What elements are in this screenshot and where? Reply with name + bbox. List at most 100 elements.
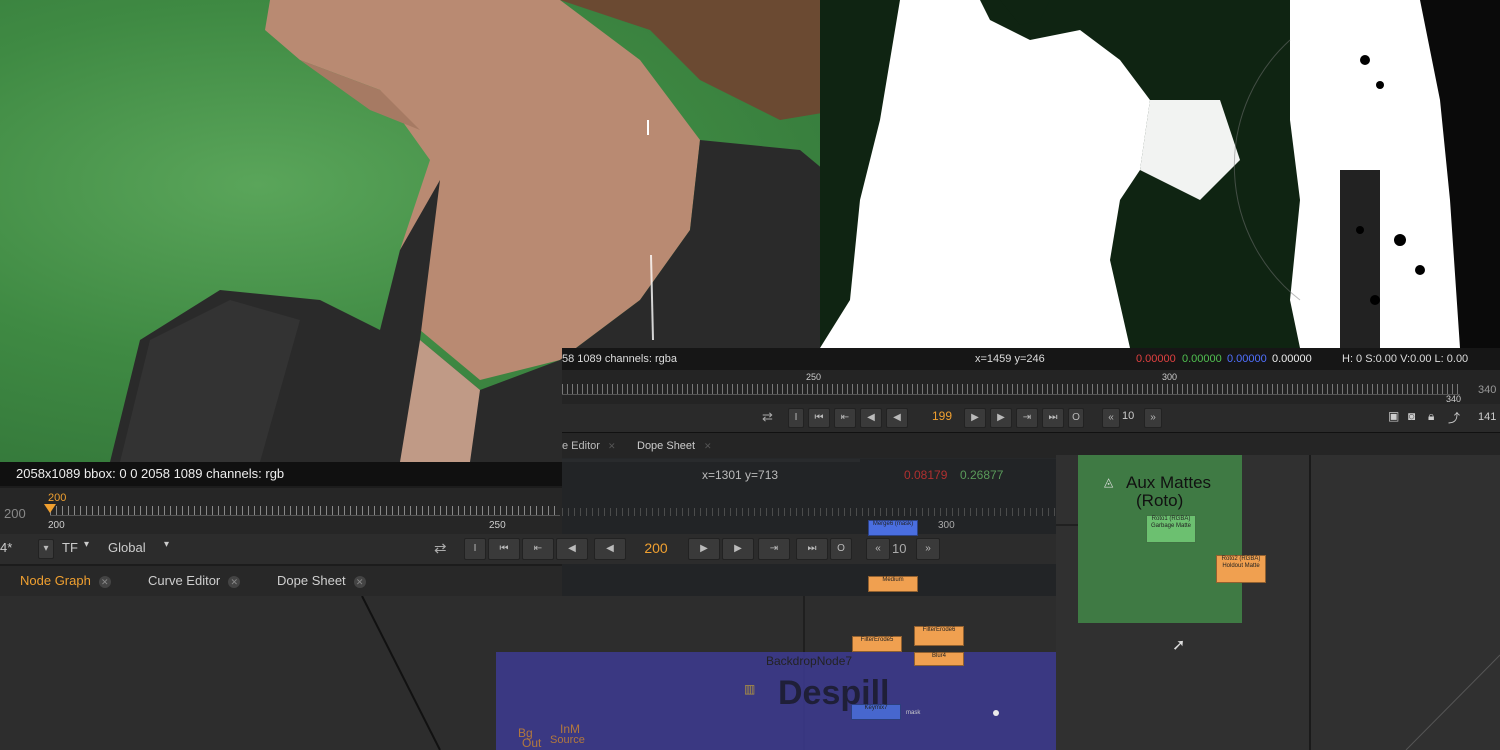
- ruler-ticks: [562, 384, 1460, 395]
- cache-icon[interactable]: ◙: [1408, 409, 1415, 423]
- matte-viewer: [820, 0, 1500, 348]
- loop-icon[interactable]: ⇄: [434, 539, 447, 557]
- despill-backdrop[interactable]: BackdropNode7 ▥ Despill Keymix7 mask InM…: [496, 652, 1056, 750]
- out-point-button[interactable]: O: [830, 538, 852, 560]
- ruler-label: 250: [489, 520, 506, 531]
- first-frame-button[interactable]: ⏮: [488, 538, 520, 560]
- playhead-marker[interactable]: [44, 504, 56, 513]
- tab-label: Curve Editor: [148, 573, 221, 588]
- step-forward-button[interactable]: ▶: [990, 408, 1012, 428]
- play-backward-button[interactable]: ◀: [886, 408, 908, 428]
- current-frame-field[interactable]: 200: [634, 540, 678, 556]
- close-icon[interactable]: ✕: [608, 433, 616, 459]
- play-backward-button[interactable]: ◀: [594, 538, 626, 560]
- merge-mask-node[interactable]: Merge6 (mask): [868, 520, 918, 536]
- tab-curve-editor[interactable]: Curve Editor ✕: [138, 566, 250, 596]
- close-icon[interactable]: ✕: [98, 576, 111, 588]
- skip-count[interactable]: 10: [892, 541, 906, 556]
- step-forward-button[interactable]: ▶: [722, 538, 754, 560]
- next-keyframe-button[interactable]: ⇥: [758, 538, 790, 560]
- last-frame-button[interactable]: ⏭: [796, 538, 828, 560]
- skip-forward-button[interactable]: »: [916, 538, 940, 560]
- keymix-node[interactable]: Keymix7: [851, 704, 901, 720]
- skip-count[interactable]: 10: [1122, 410, 1134, 422]
- tab-dope-sheet[interactable]: Dope Sheet ✕: [267, 566, 376, 596]
- play-forward-button[interactable]: ▶: [688, 538, 720, 560]
- close-icon[interactable]: ✕: [353, 576, 366, 588]
- prev-keyframe-button[interactable]: ⇤: [834, 408, 856, 428]
- pixel-red-value: 0.00000: [1136, 353, 1176, 365]
- close-icon[interactable]: ✕: [228, 576, 241, 588]
- transport-controls-secondary: ⇄ I ⏮ ⇤ ◀ ◀ 199 ▶ ▶ ⇥ ⏭ O « 10 » ▣ ◙ 🔒︎ …: [562, 404, 1500, 432]
- cursor-coordinates: x=1459 y=246: [975, 353, 1045, 365]
- ghost-ruler-label: 300: [938, 520, 955, 531]
- pixel-green-value: 0.00000: [1182, 353, 1222, 365]
- last-frame-button[interactable]: ⏭: [1042, 408, 1064, 428]
- in-point-button[interactable]: I: [788, 408, 804, 428]
- step-back-button[interactable]: ◀: [860, 408, 882, 428]
- playback-mode-icon[interactable]: ▣: [1388, 409, 1399, 423]
- backdrop-title: Aux Mattes: [1126, 473, 1212, 492]
- fps-field[interactable]: 4*: [0, 540, 12, 555]
- node-label: Keymix7: [864, 705, 888, 711]
- ruler-start-field[interactable]: 200: [4, 506, 26, 521]
- node-label: Roto1 (RGBA) Garbage Matte: [1150, 516, 1192, 529]
- hsv-readout: H: 0 S:0.00 V:0.00 L: 0.00: [1342, 353, 1469, 365]
- current-frame-field[interactable]: 199: [922, 409, 962, 423]
- out-point-button[interactable]: O: [1068, 408, 1084, 428]
- step-back-button[interactable]: ◀: [556, 538, 588, 560]
- play-forward-button[interactable]: ▶: [964, 408, 986, 428]
- medium-node[interactable]: Medium: [868, 576, 918, 592]
- aux-mattes-backdrop[interactable]: ◬ Aux Mattes (Roto) Roto1 (RGBA) Garbage…: [1078, 455, 1266, 623]
- viewer-format-info: 2058x1089 bbox: 0 0 2058 1089 channels: …: [16, 466, 285, 481]
- viewer-info-bar: 2058x1089 bbox: 0 0 2058 1089 channels: …: [0, 462, 562, 486]
- tf-dropdown[interactable]: TF: [62, 540, 78, 555]
- export-icon[interactable]: ⤴: [1448, 409, 1460, 426]
- next-keyframe-button[interactable]: ⇥: [1016, 408, 1038, 428]
- pixel-blue-value: 0.00000: [1227, 353, 1267, 365]
- node-label: Medium: [882, 577, 904, 583]
- mask-input-label: mask: [906, 710, 921, 716]
- backdrop-label: BackdropNode7: [766, 654, 853, 668]
- tab-curve-editor-secondary[interactable]: e Editor: [562, 433, 600, 459]
- first-frame-button[interactable]: ⏮: [808, 408, 830, 428]
- ghost-ruler-ticks: [562, 508, 1056, 516]
- node-graph-canvas[interactable]: BackdropNode7 ▥ Despill Keymix7 mask InM…: [0, 576, 1056, 750]
- tab-dope-sheet-secondary[interactable]: Dope Sheet: [637, 433, 695, 459]
- lock-icon[interactable]: 🔒︎: [1428, 409, 1434, 424]
- chevron-down-icon[interactable]: ▾: [164, 539, 169, 550]
- global-dropdown[interactable]: Global: [108, 540, 146, 555]
- viewer-info-bar-secondary: 58 1089 channels: rgba x=1459 y=246 0.00…: [562, 348, 1500, 370]
- blur-node[interactable]: Blur4: [914, 652, 964, 666]
- ghost-coordinates: x=1301 y=713: [702, 468, 779, 482]
- ghost-green-value: 0.26877: [960, 468, 1004, 482]
- tab-node-graph[interactable]: Node Graph ✕: [10, 566, 121, 596]
- dot-node[interactable]: [993, 710, 999, 716]
- timeline-ruler-secondary[interactable]: 250 300 340 340: [562, 370, 1500, 404]
- timeline-ruler[interactable]: 200 200 200 250: [0, 488, 562, 534]
- node-label: Blur4: [931, 653, 946, 659]
- out-label: Out: [522, 736, 542, 750]
- mouse-cursor-icon: ➚: [1172, 637, 1186, 654]
- filter-erode-node[interactable]: FilterErode6: [914, 626, 964, 646]
- in-point-button[interactable]: I: [464, 538, 486, 560]
- skip-back-button[interactable]: «: [866, 538, 890, 560]
- backdrop-icon: ◬: [1104, 475, 1114, 489]
- node-graph-right-area[interactable]: ◬ Aux Mattes (Roto) Roto1 (RGBA) Garbage…: [1056, 455, 1500, 750]
- backdrop-icon: ▥: [744, 682, 756, 696]
- ruler-label: 250: [806, 372, 822, 382]
- skip-forward-button[interactable]: »: [1144, 408, 1162, 428]
- ruler-label: 300: [1162, 372, 1178, 382]
- backdrop-subtitle: (Roto): [1136, 491, 1184, 510]
- skip-back-button[interactable]: «: [1102, 408, 1120, 428]
- prev-keyframe-button[interactable]: ⇤: [522, 538, 554, 560]
- ruler-current-frame: 200: [48, 492, 67, 504]
- chevron-down-icon[interactable]: ▾: [38, 539, 54, 559]
- filter-erode-node[interactable]: FilterErode5: [852, 636, 902, 652]
- end-frame-field[interactable]: 141: [1478, 411, 1496, 423]
- chevron-down-icon[interactable]: ▾: [84, 539, 89, 550]
- close-icon[interactable]: ✕: [704, 433, 712, 459]
- roto-holdout-node[interactable]: Roto2 (RGBA) Holdout Matte: [1216, 555, 1266, 583]
- roto-garbage-node[interactable]: Roto1 (RGBA) Garbage Matte: [1146, 515, 1196, 543]
- loop-icon[interactable]: ⇄: [762, 409, 773, 425]
